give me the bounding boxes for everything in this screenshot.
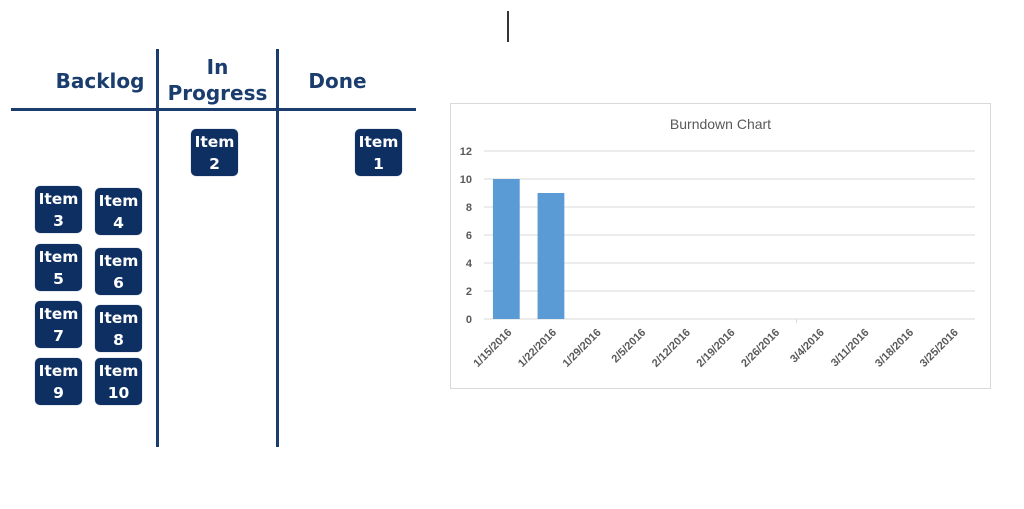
x-tick-label: 2/26/2016 (739, 327, 782, 370)
y-tick-label: 4 (466, 258, 473, 270)
text-cursor (507, 11, 509, 42)
card-number: 10 (107, 383, 130, 402)
x-tick-label: 3/4/2016 (788, 327, 827, 366)
y-tick-label: 12 (460, 146, 472, 158)
card-number: 8 (113, 330, 124, 349)
card-item-5[interactable]: Item 5 (35, 244, 82, 291)
card-item-1[interactable]: Item 1 (355, 129, 402, 176)
card-label: Item (98, 361, 139, 380)
x-tick-label: 2/5/2016 (610, 327, 649, 366)
board-header-divider (11, 108, 416, 111)
y-tick-label: 2 (466, 286, 472, 298)
chart-title: Burndown Chart (669, 116, 772, 132)
column-divider-2 (276, 49, 279, 447)
card-label: Item (98, 251, 139, 270)
column-header-in-progress: In Progress (160, 54, 275, 106)
x-tick-label: 2/12/2016 (650, 327, 693, 370)
card-number: 1 (373, 154, 384, 173)
y-tick-label: 8 (466, 202, 472, 214)
x-tick-label: 1/15/2016 (471, 327, 514, 370)
card-item-2[interactable]: Item 2 (191, 129, 238, 176)
card-number: 4 (113, 213, 124, 232)
y-tick-label: 10 (460, 174, 472, 186)
card-number: 7 (53, 326, 64, 345)
card-label: Item (38, 189, 79, 208)
bars (492, 179, 565, 319)
chart-plot: 0 2 4 6 8 10 12 1/15/2016 1/22/2016 1/29/2016 2/5… (460, 146, 975, 370)
card-number: 9 (53, 383, 64, 402)
card-label: Item (98, 191, 139, 210)
card-item-8[interactable]: Item 8 (95, 305, 142, 352)
x-tick-label: 1/22/2016 (516, 327, 559, 370)
card-label: Item (38, 304, 79, 323)
bar-1/15/2016[interactable] (492, 179, 520, 319)
column-divider-1 (156, 49, 159, 447)
y-tick-labels: 0 2 4 6 8 10 12 (460, 146, 473, 326)
column-header-backlog: Backlog (55, 69, 145, 93)
card-number: 3 (53, 211, 64, 230)
card-number: 2 (209, 154, 220, 173)
card-item-9[interactable]: Item 9 (35, 358, 82, 405)
burndown-chart[interactable]: Burndown Chart 0 2 4 6 8 10 12 1/15/2016 1/22/2… (450, 103, 991, 389)
x-tick-label: 3/11/2016 (829, 327, 872, 370)
card-item-7[interactable]: Item 7 (35, 301, 82, 348)
y-tick-label: 0 (466, 314, 472, 326)
card-number: 6 (113, 273, 124, 292)
card-item-10[interactable]: Item 10 (95, 358, 142, 405)
card-label: Item (98, 308, 139, 327)
y-tick-label: 6 (466, 230, 472, 242)
card-label: Item (38, 361, 79, 380)
x-tick-label: 1/29/2016 (561, 327, 604, 370)
column-header-in-progress-line1: In (206, 55, 229, 79)
column-header-in-progress-line2: Progress (167, 81, 268, 105)
x-tick-label: 3/18/2016 (873, 327, 916, 370)
card-item-3[interactable]: Item 3 (35, 186, 82, 233)
x-tick-label: 2/19/2016 (695, 327, 738, 370)
card-item-4[interactable]: Item 4 (95, 188, 142, 235)
column-header-done: Done (308, 69, 367, 93)
card-label: Item (358, 132, 399, 151)
card-label: Item (194, 132, 235, 151)
bar-1/22/2016[interactable] (537, 193, 565, 319)
x-tick-label: 3/25/2016 (918, 327, 961, 370)
card-label: Item (38, 247, 79, 266)
card-number: 5 (53, 269, 64, 288)
x-tick-labels: 1/15/2016 1/22/2016 1/29/2016 2/5/2016 2/12/… (471, 327, 960, 370)
card-item-6[interactable]: Item 6 (95, 248, 142, 295)
